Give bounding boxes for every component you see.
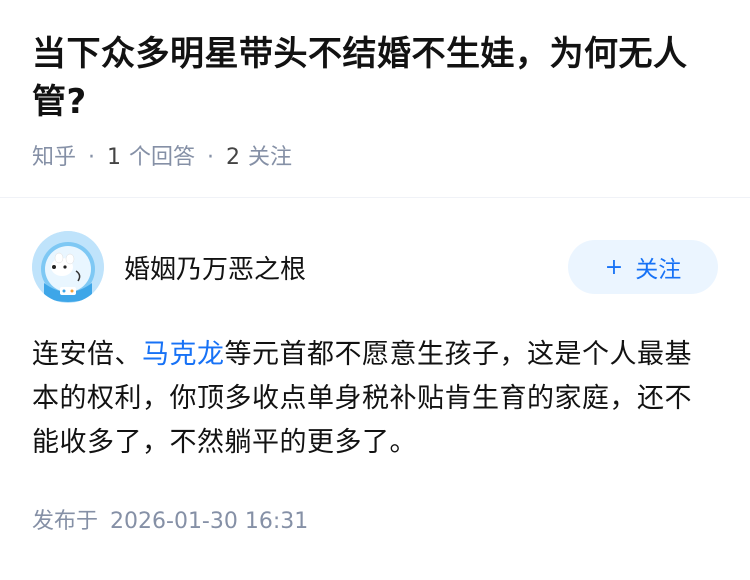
answer-content: 连安倍、马克龙等元首都不愿意生孩子，这是个人最基本的权利，你顶多收点单身税补贴肯… [32,333,718,465]
divider [0,197,750,198]
author-info: 婚姻乃万恶之根 [32,231,306,303]
answer-count-label[interactable]: 个回答 [129,143,195,173]
plus-icon: + [604,254,624,280]
follower-count[interactable]: 2 [226,143,240,173]
source-label[interactable]: 知乎 [32,143,76,173]
answer-count[interactable]: 1 [107,143,121,173]
follower-count-label[interactable]: 关注 [248,143,292,173]
author-row: 婚姻乃万恶之根 + 关注 [32,231,718,303]
author-name[interactable]: 婚姻乃万恶之根 [124,249,306,286]
question-title[interactable]: 当下众多明星带头不结婚不生娃，为何无人管? [32,30,718,126]
separator-dot: · [88,145,96,170]
question-header: 当下众多明星带头不结婚不生娃，为何无人管? 知乎 · 1 个回答 · 2 关注 [0,0,750,173]
publish-time: 发布于 2026-01-30 16:31 [32,503,718,535]
publish-label: 发布于 [32,509,99,534]
bear-astronaut-avatar-icon [32,231,104,303]
content-link[interactable]: 马克龙 [142,339,225,370]
question-meta: 知乎 · 1 个回答 · 2 关注 [32,143,718,173]
answer-text-part: 连安倍、 [32,339,142,370]
answer-card: 婚姻乃万恶之根 + 关注 连安倍、马克龙等元首都不愿意生孩子，这是个人最基本的权… [0,231,750,535]
avatar[interactable] [32,231,104,303]
follow-button-label: 关注 [635,257,682,283]
follow-button[interactable]: + 关注 [568,240,718,294]
separator-dot: · [207,145,215,170]
publish-date: 2026-01-30 16:31 [110,509,309,534]
